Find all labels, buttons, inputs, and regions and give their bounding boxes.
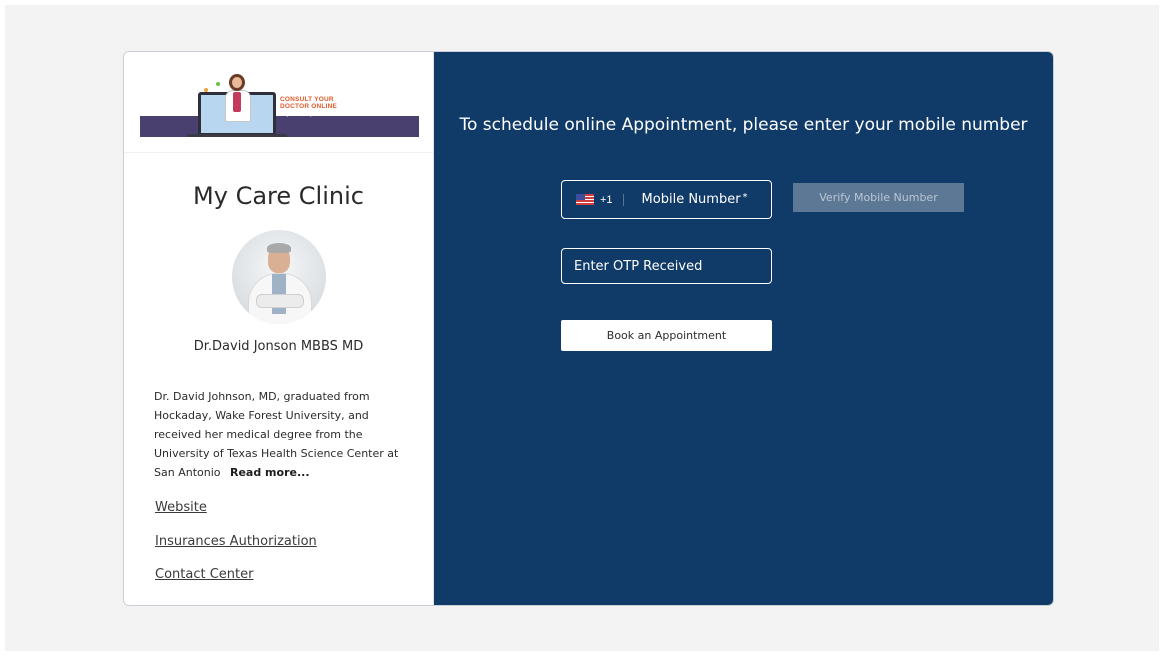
divider [124,152,433,153]
website-link[interactable]: Website [155,500,207,515]
clinic-sidebar: CONSULT YOUR DOCTOR ONLINE Stay home, st… [124,52,434,605]
clinic-name: My Care Clinic [193,182,364,210]
doctor-bio: Dr. David Johnson, MD, graduated from Ho… [154,387,402,482]
read-more-link[interactable]: Read more... [230,466,310,479]
consult-online-banner: CONSULT YOUR DOCTOR ONLINE Stay home, st… [140,70,419,137]
banner-headline-line1: CONSULT YOUR [280,96,334,103]
form-headline: To schedule online Appointment, please e… [459,115,1028,135]
verify-mobile-button[interactable]: Verify Mobile Number [793,183,964,212]
banner-tagline: Stay home, stay safe [280,112,323,117]
banner-headline-line2: DOCTOR ONLINE [280,103,338,110]
required-marker: * [742,192,748,203]
doctor-name: Dr.David Jonson MBBS MD [193,339,364,354]
otp-field[interactable]: Enter OTP Received [561,248,772,284]
contact-center-link[interactable]: Contact Center [155,567,253,582]
country-code[interactable]: +1 [600,194,613,206]
book-appointment-button[interactable]: Book an Appointment [561,320,772,351]
us-flag-icon[interactable] [576,194,594,205]
doctor-illustration [222,72,252,122]
insurance-authorization-link[interactable]: Insurances Authorization [155,534,317,549]
banner-headline: CONSULT YOUR DOCTOR ONLINE [280,96,400,110]
mobile-number-label: Mobile Number * [641,192,748,207]
mobile-number-field[interactable]: +1 Mobile Number * [561,180,772,219]
field-separator [622,193,624,206]
otp-label: Enter OTP Received [574,258,703,274]
appointment-card: CONSULT YOUR DOCTOR ONLINE Stay home, st… [123,51,1054,606]
doctor-avatar [232,230,326,324]
appointment-form-panel: To schedule online Appointment, please e… [434,52,1053,605]
